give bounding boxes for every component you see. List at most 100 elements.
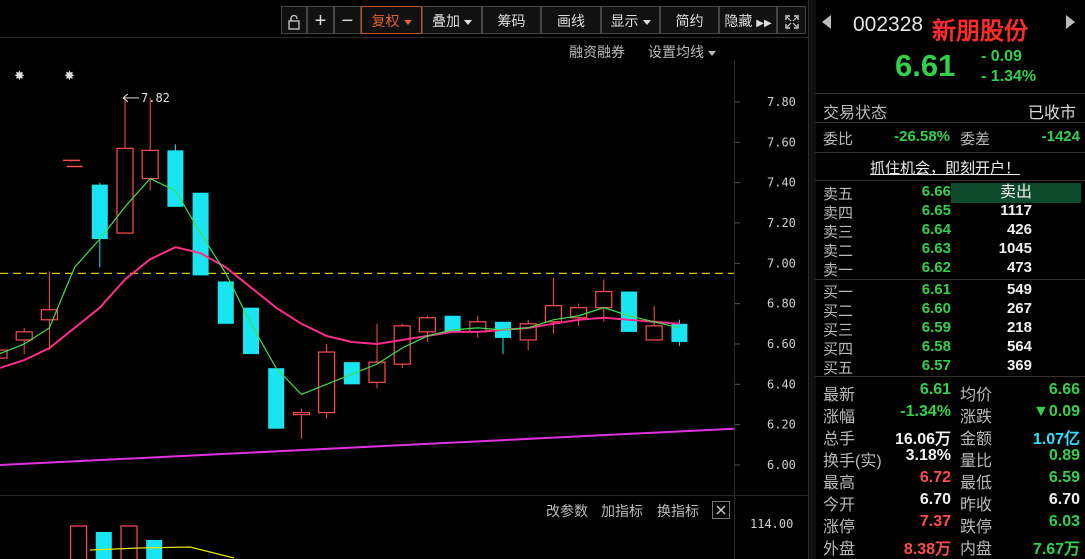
lock-button[interactable]	[281, 6, 307, 34]
zoom-out-button[interactable]: −	[334, 6, 361, 34]
axis-divider	[734, 60, 735, 559]
huaxian-label: 画线	[557, 13, 585, 29]
toolbar-divider	[0, 37, 808, 38]
prev-stock-button[interactable]	[822, 15, 831, 34]
stat-value: 16.06万	[894, 431, 951, 448]
sell-level-volume: 1045	[998, 240, 1032, 257]
y-tick-label: 7.20	[767, 216, 796, 230]
sell-button-label: 卖出	[999, 184, 1032, 201]
stat-label: 内盘	[960, 541, 993, 558]
stat-value: 6.66	[1048, 381, 1080, 398]
candle-body	[15, 331, 33, 341]
y-tick-label: 7.00	[767, 256, 796, 270]
volume-axis-label: 114.00	[750, 517, 794, 531]
price-change: - 0.09	[981, 48, 1022, 65]
divider	[815, 122, 1085, 123]
sell-button[interactable]: 卖出	[951, 183, 1081, 203]
caret-right-icon	[1066, 15, 1075, 29]
rongzi-rongquan-link[interactable]: 融资融券	[569, 42, 625, 62]
stat-label: 涨幅	[823, 409, 856, 426]
xianshi-button[interactable]: 显示	[601, 6, 660, 34]
y-tick-label: 6.00	[767, 458, 796, 472]
candle-body	[116, 147, 134, 234]
caret-down-icon	[642, 19, 651, 25]
stock-code: 002328	[853, 13, 924, 36]
divider	[815, 376, 1085, 377]
chouma-label: 筹码	[497, 13, 526, 29]
stat-label: 金额	[960, 431, 993, 448]
caret-down-icon	[403, 19, 412, 25]
candle-body	[141, 149, 159, 180]
yincang-button[interactable]: 隐藏 ▶▶	[719, 6, 777, 34]
sell-level-price: 6.62	[921, 259, 951, 276]
lock-icon	[288, 15, 300, 30]
buy-level-price: 6.59	[921, 319, 951, 336]
indicator-divider	[0, 495, 808, 496]
candle-body	[292, 411, 310, 416]
edit-params-link[interactable]: 改参数	[546, 501, 588, 521]
zoom-in-button[interactable]: +	[307, 6, 334, 34]
volume-chart	[69, 525, 235, 559]
buy-level-label: 买一	[823, 284, 854, 301]
next-stock-button[interactable]	[1066, 15, 1075, 34]
add-indicator-link[interactable]: 加指标	[601, 501, 643, 521]
sell-level-label: 卖三	[823, 224, 854, 241]
sell-level-volume: 426	[1006, 221, 1032, 238]
fuquan-button[interactable]: 复权	[361, 6, 422, 34]
candle-body	[645, 325, 663, 341]
buy-level-volume: 369	[1006, 357, 1032, 374]
ma-settings-label: 设置均线	[648, 44, 704, 60]
stat-value: 6.70	[919, 491, 951, 508]
stat-label: 量比	[960, 453, 993, 470]
diejia-button[interactable]: 叠加	[422, 6, 482, 34]
sell-level-volume: 473	[1006, 259, 1032, 276]
caret-down-icon	[708, 50, 716, 56]
stat-value: 0.89	[1048, 447, 1080, 464]
candle-body	[217, 281, 234, 324]
candle-body	[268, 368, 285, 429]
stat-label: 最新	[823, 387, 856, 404]
huaxian-button[interactable]: 画线	[541, 6, 601, 34]
sell-level-price: 6.66	[921, 183, 951, 200]
divider	[815, 152, 1085, 153]
stat-value: 1.07亿	[1032, 431, 1080, 448]
stat-label: 昨收	[960, 497, 993, 514]
weicha-value: -1424	[1041, 128, 1080, 145]
stat-value: ▼0.09	[1033, 403, 1080, 420]
sell-level-label: 卖一	[823, 262, 854, 279]
close-icon	[716, 505, 726, 515]
volume-bar	[146, 540, 163, 559]
jianyue-label: 简约	[675, 13, 704, 29]
kline-chart[interactable]: 7.80 7.60 7.40 7.20 7.00 6.80 6.60 6.40 6.20 6.00…	[0, 60, 808, 500]
stat-value: 3.18%	[905, 447, 951, 464]
divider	[815, 180, 1085, 181]
switch-indicator-link[interactable]: 换指标	[657, 501, 699, 521]
expand-icon	[784, 15, 799, 29]
stat-label: 均价	[960, 387, 993, 404]
fullscreen-button[interactable]	[777, 6, 806, 34]
buy-level-label: 买四	[823, 341, 854, 358]
sell-level-volume: 1117	[1000, 202, 1032, 219]
volume-bar	[95, 532, 112, 559]
caret-left-icon	[822, 15, 831, 29]
ma-settings-link[interactable]: 设置均线	[648, 42, 716, 62]
close-indicator-button[interactable]	[712, 501, 730, 519]
xianshi-label: 显示	[610, 13, 639, 29]
stat-label: 最低	[960, 475, 993, 492]
open-account-promo[interactable]: 抓住机会，即刻开户！	[870, 157, 1020, 178]
stat-label: 总手	[823, 431, 856, 448]
buy-level-label: 买五	[823, 360, 854, 377]
fuquan-label: 复权	[371, 13, 400, 29]
sell-level-label: 卖四	[823, 205, 854, 222]
stat-label: 涨跌	[960, 409, 993, 426]
weibi-label: 委比	[823, 131, 854, 148]
jianyue-button[interactable]: 简约	[660, 6, 719, 34]
candle-body	[595, 290, 613, 309]
y-tick-label: 6.60	[767, 337, 796, 351]
buy-level-price: 6.57	[921, 357, 951, 374]
double-chevron-right-icon: ▶▶	[756, 18, 772, 29]
buy-level-volume: 564	[1006, 338, 1032, 355]
sell-level-label: 卖二	[823, 243, 854, 260]
y-tick-label: 6.40	[767, 377, 796, 391]
chouma-button[interactable]: 筹码	[482, 6, 541, 34]
